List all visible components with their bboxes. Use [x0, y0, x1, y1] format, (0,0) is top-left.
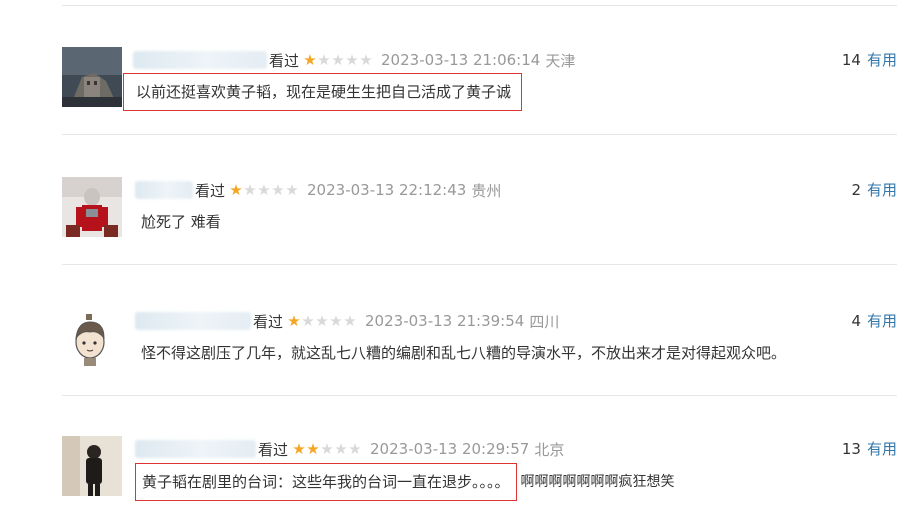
avatar[interactable] — [62, 177, 122, 237]
comment-time: 2023-03-13 21:06:14 — [381, 51, 541, 69]
comment-item: 看过 ★ ★ ★ ★ ★ 2023-03-13 20:29:57 北京 13 有用 黄子韬… — [0, 393, 897, 522]
star-empty-icon: ★ — [334, 439, 348, 458]
vote-count: 2 有用 — [851, 179, 897, 201]
vote-count: 13 有用 — [842, 438, 897, 460]
vote-number: 14 — [841, 51, 861, 69]
username[interactable] — [135, 312, 251, 330]
useful-link[interactable]: 有用 — [867, 51, 897, 69]
comment-body: 尬死了 难看 — [141, 213, 221, 231]
vote-number: 2 — [851, 181, 861, 199]
vote-count: 4 有用 — [851, 310, 897, 332]
comment-location: 贵州 — [471, 181, 502, 200]
star-filled-icon: ★ — [306, 439, 320, 458]
star-empty-icon: ★ — [345, 50, 359, 69]
star-filled-icon: ★ — [287, 311, 301, 330]
username[interactable] — [133, 51, 267, 69]
star-empty-icon: ★ — [329, 311, 343, 330]
username[interactable] — [135, 440, 256, 458]
star-empty-icon: ★ — [285, 180, 299, 199]
comment-time: 2023-03-13 21:39:54 — [365, 312, 525, 330]
comment-meta: 看过 ★ ★ ★ ★ ★ 2023-03-13 21:06:14 天津 — [133, 49, 575, 71]
rating-stars: ★ ★ ★ ★ ★ — [292, 439, 362, 458]
comment-item: 看过 ★ ★ ★ ★ ★ 2023-03-13 22:12:43 贵州 2 有用 尬死了 … — [0, 134, 897, 265]
avatar[interactable] — [62, 47, 122, 107]
comment-text: 怪不得这剧压了几年，就这乱七八糟的编剧和乱七八糟的导演水平，不放出来才是对得起观… — [141, 342, 786, 364]
useful-link[interactable]: 有用 — [867, 440, 897, 458]
watch-status: 看过 — [258, 440, 289, 459]
comment-location: 四川 — [529, 312, 560, 331]
rating-stars: ★ ★ ★ ★ ★ — [229, 180, 299, 199]
comment-body: 以前还挺喜欢黄子韬，现在是硬生生把自己活成了黄子诚 — [136, 83, 512, 101]
comment-location: 北京 — [534, 440, 565, 459]
comment-item: 看过 ★ ★ ★ ★ ★ 2023-03-13 21:06:14 天津 14 有用 以前还… — [0, 4, 897, 135]
vote-number: 4 — [851, 312, 861, 330]
star-empty-icon: ★ — [257, 180, 271, 199]
star-empty-icon: ★ — [271, 180, 285, 199]
watch-status: 看过 — [269, 51, 300, 70]
comment-body: 黄子韬在剧里的台词：这些年我的台词一直在退步。。。。 — [142, 473, 510, 491]
comment-text: 黄子韬在剧里的台词：这些年我的台词一直在退步。。。。 啊啊啊啊啊啊啊疯狂想笑 — [135, 463, 675, 501]
star-empty-icon: ★ — [317, 50, 331, 69]
comment-text: 以前还挺喜欢黄子韬，现在是硬生生把自己活成了黄子诚 — [123, 73, 523, 111]
comment-body: 怪不得这剧压了几年，就这乱七八糟的编剧和乱七八糟的导演水平，不放出来才是对得起观… — [141, 344, 787, 362]
star-empty-icon: ★ — [331, 50, 345, 69]
comment-item: 看过 ★ ★ ★ ★ ★ 2023-03-13 21:39:54 四川 4 有用 怪不得这… — [0, 265, 897, 396]
star-empty-icon: ★ — [320, 439, 334, 458]
star-empty-icon: ★ — [243, 180, 257, 199]
star-empty-icon: ★ — [343, 311, 357, 330]
rating-stars: ★ ★ ★ ★ ★ — [287, 311, 357, 330]
useful-link[interactable]: 有用 — [867, 181, 897, 199]
comment-text: 尬死了 难看 — [141, 211, 221, 233]
star-filled-icon: ★ — [229, 180, 243, 199]
username[interactable] — [135, 181, 193, 199]
comment-meta: 看过 ★ ★ ★ ★ ★ 2023-03-13 20:29:57 北京 — [135, 438, 564, 460]
watch-status: 看过 — [195, 181, 226, 200]
useful-link[interactable]: 有用 — [867, 312, 897, 330]
vote-number: 13 — [841, 440, 861, 458]
comment-body-continued: 啊啊啊啊啊啊啊疯狂想笑 — [520, 474, 675, 490]
comment-meta: 看过 ★ ★ ★ ★ ★ 2023-03-13 21:39:54 四川 — [135, 310, 559, 332]
watch-status: 看过 — [253, 312, 284, 331]
rating-stars: ★ ★ ★ ★ ★ — [303, 50, 373, 69]
comment-time: 2023-03-13 20:29:57 — [370, 440, 530, 458]
star-empty-icon: ★ — [301, 311, 315, 330]
star-empty-icon: ★ — [348, 439, 362, 458]
star-empty-icon: ★ — [315, 311, 329, 330]
star-empty-icon: ★ — [359, 50, 373, 69]
comment-meta: 看过 ★ ★ ★ ★ ★ 2023-03-13 22:12:43 贵州 — [135, 179, 501, 201]
avatar[interactable] — [62, 436, 122, 496]
comment-location: 天津 — [545, 51, 576, 70]
vote-count: 14 有用 — [842, 49, 897, 71]
star-filled-icon: ★ — [292, 439, 306, 458]
avatar[interactable] — [62, 308, 122, 368]
highlighted-quote: 黄子韬在剧里的台词：这些年我的台词一直在退步。。。。 — [135, 463, 517, 501]
star-filled-icon: ★ — [303, 50, 317, 69]
comment-time: 2023-03-13 22:12:43 — [307, 181, 467, 199]
